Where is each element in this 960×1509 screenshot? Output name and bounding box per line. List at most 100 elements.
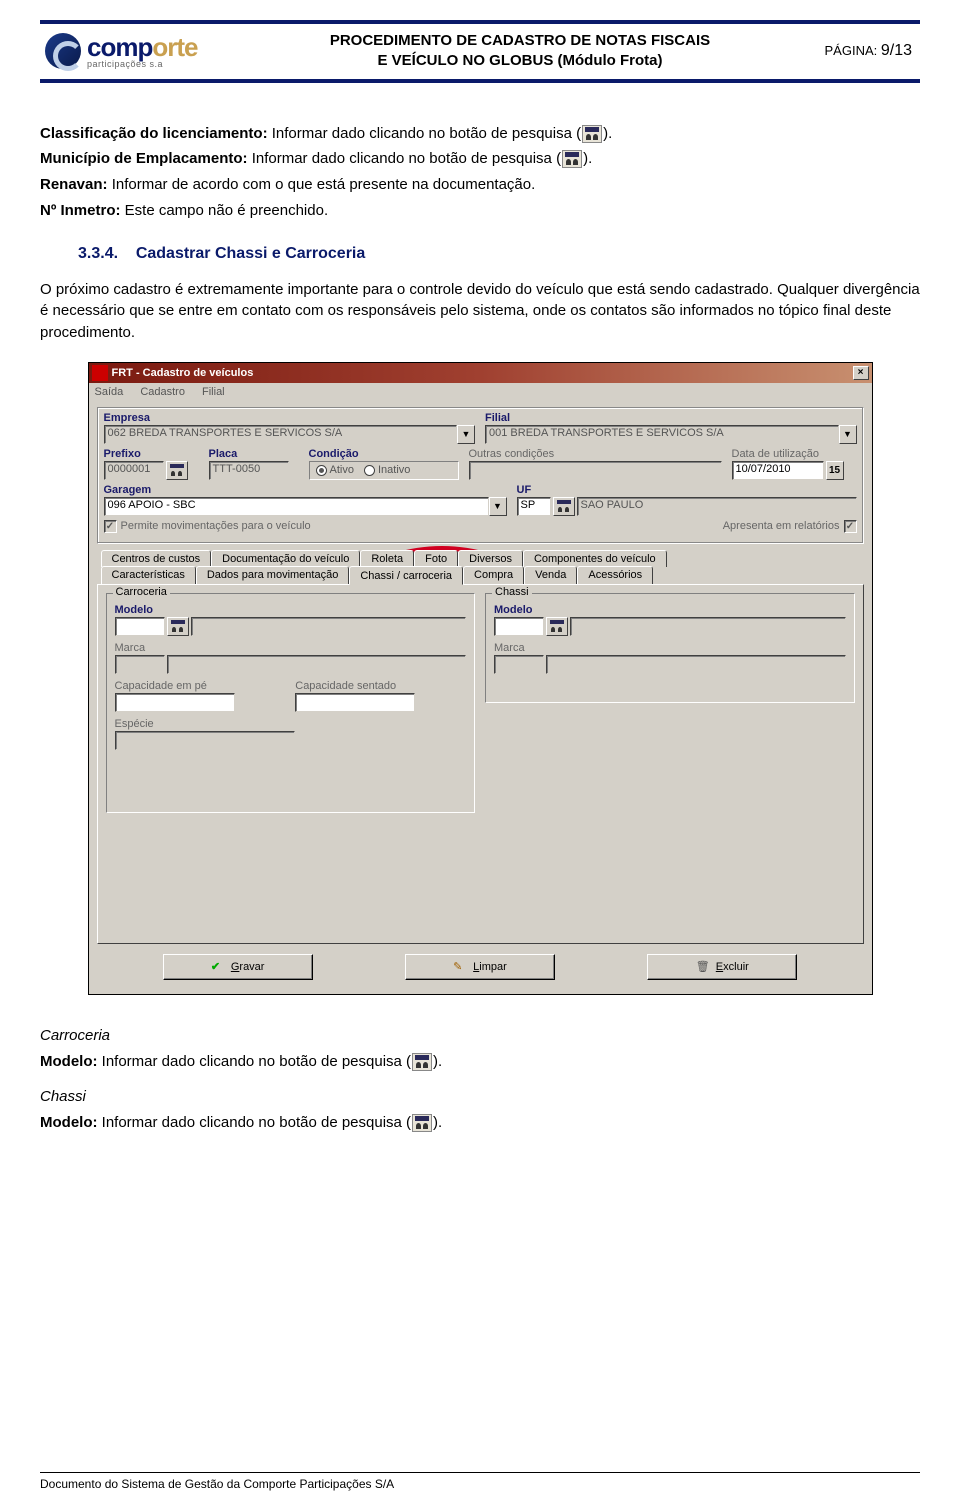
chassi-heading: Chassi (40, 1086, 920, 1108)
checkbox-apresenta[interactable]: Apresenta em relatórios (723, 520, 857, 533)
tab-diversos[interactable]: Diversos (458, 550, 523, 567)
section-number: 3.3.4. (78, 245, 118, 262)
limpar-label: impar (479, 961, 507, 973)
tab-roleta[interactable]: Roleta (360, 550, 414, 567)
embedded-screenshot: FRT - Cadastro de veículos × Saída Cadas… (88, 362, 873, 995)
chassi-marca-code (494, 655, 544, 674)
label-carroceria-marca: Marca (115, 642, 467, 654)
empresa-combo[interactable]: 062 BREDA TRANSPORTES E SERVICOS S/A (104, 425, 458, 444)
uf-lookup-button[interactable] (553, 497, 575, 516)
label-empresa: Empresa (104, 412, 476, 424)
label-cap-pe: Capacidade em pé (115, 680, 286, 692)
page-label: PÁGINA: (825, 43, 881, 58)
tab-compra[interactable]: Compra (463, 566, 524, 584)
radio-ativo[interactable]: Ativo (316, 464, 354, 476)
gravar-button[interactable]: ✔ Gravar (163, 954, 313, 980)
label-cap-sentado: Capacidade sentado (295, 680, 466, 692)
menu-saida[interactable]: Saída (95, 386, 124, 398)
data-input[interactable]: 10/07/2010 (732, 461, 824, 480)
carroceria-modelo-lookup[interactable] (167, 617, 189, 636)
prefixo-lookup-button[interactable] (166, 461, 188, 480)
title-line2: E VEÍCULO NO GLOBUS (Módulo Frota) (271, 51, 769, 71)
tab-chassi-carroceria[interactable]: Chassi / carroceria (349, 566, 463, 585)
label-municipio: Município de Emplacamento: (40, 150, 248, 167)
label-renavan: Renavan: (40, 176, 108, 193)
chassi-legend: Chassi (492, 586, 532, 598)
text-carroceria-modelo: Informar dado clicando no botão de pesqu… (98, 1053, 412, 1070)
document-footer: Documento do Sistema de Gestão da Compor… (40, 1472, 920, 1491)
menu-filial[interactable]: Filial (202, 386, 225, 398)
check-icon: ✔ (211, 960, 225, 974)
uf-input[interactable]: SP (517, 497, 551, 516)
binoculars-icon (562, 150, 582, 168)
text-classificacao: Informar dado clicando no botão de pesqu… (268, 125, 582, 142)
close-button[interactable]: × (853, 366, 869, 380)
document-title: PROCEDIMENTO DE CADASTRO DE NOTAS FISCAI… (270, 30, 770, 73)
excluir-label: xcluir (723, 961, 749, 973)
carroceria-modelo-input[interactable] (115, 617, 165, 636)
label-placa: Placa (209, 448, 299, 460)
label-condicao: Condição (309, 448, 459, 460)
page-indicator: PÁGINA: 9/13 (770, 30, 920, 73)
binoculars-icon (550, 620, 564, 632)
garagem-combo[interactable]: 096 APOIO - SBC (104, 497, 489, 516)
cap-pe-input[interactable] (115, 693, 235, 712)
cap-sentado-input[interactable] (295, 693, 415, 712)
tab-dados-movimentacao[interactable]: Dados para movimentação (196, 566, 349, 584)
tab-componentes[interactable]: Componentes do veículo (523, 550, 667, 567)
label-chassi-modelo: Modelo (494, 604, 846, 616)
chassi-group: Chassi Modelo (485, 593, 855, 703)
uf-name-display: SAO PAULO (577, 497, 857, 516)
binoculars-icon (171, 620, 185, 632)
date-picker-button[interactable]: 15 (826, 461, 844, 480)
document-header: comporte participações s.a PROCEDIMENTO … (40, 20, 920, 83)
label-chassi-marca: Marca (494, 642, 846, 654)
carroceria-legend: Carroceria (113, 586, 170, 598)
menu-bar: Saída Cadastro Filial (89, 383, 872, 401)
label-inmetro: Nº Inmetro: (40, 202, 120, 219)
prefixo-input[interactable]: 0000001 (104, 461, 164, 480)
condicao-radio-group: Ativo Inativo (309, 461, 459, 480)
label-carroceria-modelo: Modelo (115, 604, 467, 616)
filial-combo[interactable]: 001 BREDA TRANSPORTES E SERVICOS S/A (485, 425, 839, 444)
label-uf: UF (517, 484, 857, 496)
window-titlebar[interactable]: FRT - Cadastro de veículos × (89, 363, 872, 383)
tab-foto[interactable]: Foto (414, 550, 458, 567)
menu-cadastro[interactable]: Cadastro (140, 386, 185, 398)
tab-acessorios[interactable]: Acessórios (577, 566, 653, 584)
title-line1: PROCEDIMENTO DE CADASTRO DE NOTAS FISCAI… (271, 31, 769, 51)
button-row: ✔ Gravar ✎ Limpar 🗑 Excluir (97, 944, 864, 984)
logo-cell: comporte participações s.a (40, 30, 270, 73)
binoculars-icon (557, 500, 571, 512)
label-classificacao: Classificação do licenciamento: (40, 125, 268, 142)
carroceria-modelo-display (191, 617, 467, 636)
excluir-button[interactable]: 🗑 Excluir (647, 954, 797, 980)
section-paragraph: O próximo cadastro é extremamente import… (40, 279, 920, 344)
tab-venda[interactable]: Venda (524, 566, 577, 584)
tab-centros-custos[interactable]: Centros de custos (101, 550, 212, 567)
label-filial: Filial (485, 412, 857, 424)
limpar-button[interactable]: ✎ Limpar (405, 954, 555, 980)
chassi-modelo-lookup[interactable] (546, 617, 568, 636)
label-carroceria-modelo-doc: Modelo: (40, 1053, 98, 1070)
tab-caracteristicas[interactable]: Características (101, 566, 196, 584)
text-chassi-modelo: Informar dado clicando no botão de pesqu… (98, 1114, 412, 1131)
checkbox-permite[interactable]: Permite movimentações para o veículo (104, 520, 311, 533)
placa-input[interactable]: TTT-0050 (209, 461, 289, 480)
document-page: comporte participações s.a PROCEDIMENTO … (0, 0, 960, 1509)
empresa-dropdown-button[interactable]: ▼ (457, 425, 475, 444)
chassi-modelo-input[interactable] (494, 617, 544, 636)
radio-inativo[interactable]: Inativo (364, 464, 410, 476)
garagem-dropdown-button[interactable]: ▼ (489, 497, 507, 516)
text-municipio: Informar dado clicando no botão de pesqu… (248, 150, 562, 167)
label-outras: Outras condições (469, 448, 722, 460)
filial-dropdown-button[interactable]: ▼ (839, 425, 857, 444)
carroceria-heading: Carroceria (40, 1025, 920, 1047)
gravar-label: ravar (239, 961, 264, 973)
brand-part1: comp (87, 32, 152, 62)
tab-documentacao[interactable]: Documentação do veículo (211, 550, 360, 567)
text-inmetro: Este campo não é preenchido. (120, 202, 328, 219)
header-fields-group: Empresa 062 BREDA TRANSPORTES E SERVICOS… (97, 407, 864, 544)
outras-input[interactable] (469, 461, 722, 480)
carroceria-marca-code (115, 655, 165, 674)
